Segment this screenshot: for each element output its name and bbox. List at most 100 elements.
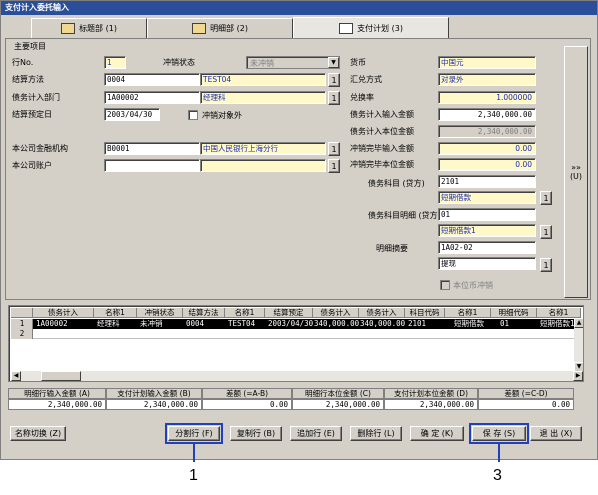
- debt-input-amt-field[interactable]: 2,340,000.00: [438, 108, 536, 121]
- table-cell: 2003/04/30: [268, 319, 313, 328]
- currency-label: 货币: [350, 58, 366, 67]
- debt-subject-code-field[interactable]: 2101: [438, 175, 536, 188]
- summary-value: 2,340,000.00: [8, 399, 106, 410]
- row-number: 1: [11, 319, 33, 329]
- tab-detail[interactable]: 明细部 (2): [147, 18, 293, 38]
- debt-detail-lookup-button[interactable]: 1: [540, 225, 552, 239]
- rate-method-field: 对录外: [438, 73, 536, 86]
- settle-method-code-field[interactable]: 0004: [104, 73, 200, 86]
- summary-header: 支付计划输入金额 (B): [106, 388, 202, 399]
- horizontal-scrollbar[interactable]: ◀ ▶: [11, 371, 583, 381]
- rate-field: 1.000000: [438, 91, 536, 104]
- base-offset-label: 本位币冲销: [453, 281, 493, 290]
- account-lookup-button[interactable]: 1: [328, 159, 340, 173]
- copy-row-button[interactable]: 复制行 (B): [230, 426, 282, 441]
- scroll-left-icon[interactable]: ◀: [11, 371, 21, 381]
- account-name-field: [200, 159, 326, 172]
- summary-table: 明细行输入金额 (A) 支付计划输入金额 (B) 差额 (=A-B) 明细行本位…: [8, 388, 574, 412]
- main-group-legend: 主要项目: [12, 41, 48, 52]
- rate-label: 兑换率: [350, 93, 374, 102]
- split-row-highlight: [165, 423, 223, 444]
- table-row[interactable]: [33, 329, 574, 339]
- grid-header: 科目代码: [405, 308, 445, 318]
- grid-header: 冲销状态: [137, 308, 183, 318]
- book-icon: [61, 23, 76, 34]
- grid-header: 名称1: [225, 308, 265, 318]
- grid-header: 结算预定: [265, 308, 313, 318]
- currency-field: 中国元: [438, 56, 536, 69]
- settle-method-label: 结算方法: [12, 75, 44, 84]
- settle-method-name-field: TEST04: [200, 73, 326, 86]
- offset-status-value: 未冲销: [250, 59, 274, 68]
- table-cell: 1A00002: [36, 319, 68, 328]
- offset-target-checkbox[interactable]: [188, 110, 198, 120]
- detail-grid[interactable]: 债务计入 名称1 冲销状态 结算方法 名称1 结算预定 债务计入 债务计入 科目…: [8, 305, 584, 382]
- callout-line: [498, 444, 500, 462]
- grid-header: 名称1: [94, 308, 137, 318]
- summary-lookup-button[interactable]: 1: [540, 258, 552, 272]
- summary-name-field[interactable]: 提现: [438, 257, 536, 270]
- expand-side-button[interactable]: »» (U): [564, 46, 588, 298]
- summary-code-field[interactable]: 1A02-02: [438, 241, 536, 254]
- table-cell: 340,000.00: [314, 319, 359, 328]
- double-chevron-right-icon: »»: [571, 163, 581, 172]
- base-offset-checkbox[interactable]: [440, 280, 450, 290]
- tab-header[interactable]: 标题部 (1): [31, 18, 147, 38]
- add-row-button[interactable]: 追加行 (E): [290, 426, 342, 441]
- debt-dept-label: 债务计入部门: [12, 93, 60, 102]
- offset-status-select[interactable]: 未冲销 ▼: [246, 56, 340, 69]
- delete-row-button[interactable]: 删除行 (L): [350, 426, 402, 441]
- summary-header: 差额 (=C-D): [478, 388, 574, 399]
- summary-value: 2,340,000.00: [106, 399, 202, 410]
- chevron-down-icon[interactable]: ▼: [328, 57, 339, 68]
- summary-value: 0.00: [202, 399, 292, 410]
- exit-button[interactable]: 退 出 (X): [530, 426, 582, 441]
- summary-header: 明细行输入金额 (A): [8, 388, 106, 399]
- grid-header: 名称1: [537, 308, 581, 318]
- name-switch-button[interactable]: 名称切换 (Z): [10, 426, 66, 441]
- debt-base-amt-label: 债务计入本位金额: [350, 127, 414, 136]
- scroll-thumb[interactable]: [41, 371, 81, 381]
- table-cell: 2101: [408, 319, 427, 328]
- fin-org-lookup-button[interactable]: 1: [328, 142, 340, 156]
- offset-input-amt-label: 冲销完毕输入金额: [350, 144, 414, 153]
- debt-detail-code-field[interactable]: 01: [438, 208, 536, 221]
- grid-header: 债务计入: [359, 308, 405, 318]
- row-number: 2: [11, 329, 33, 339]
- fin-org-code-field[interactable]: B0001: [104, 142, 200, 155]
- summary-header: 支付计划本位金额 (D): [384, 388, 478, 399]
- debt-subject-lookup-button[interactable]: 1: [540, 191, 552, 205]
- settle-date-field[interactable]: 2003/04/30: [104, 108, 160, 121]
- grid-header: 名称1: [445, 308, 491, 318]
- debt-dept-code-field[interactable]: 1A00002: [104, 91, 200, 104]
- summary-value: 2,340,000.00: [384, 399, 478, 410]
- settle-date-label: 结算预定日: [12, 110, 52, 119]
- callout-3: 3: [493, 467, 502, 484]
- debt-dept-name-field: 经理科: [200, 91, 326, 104]
- tab-payment-plan-label: 支付计划 (3): [357, 23, 403, 33]
- offset-base-amt-field: 0.00: [438, 158, 536, 171]
- debt-input-amt-label: 债务计入输入金额: [350, 110, 414, 119]
- scroll-up-icon[interactable]: ▲: [574, 318, 583, 328]
- scroll-right-icon[interactable]: ▶: [573, 371, 583, 381]
- tab-detail-label: 明细部 (2): [210, 23, 248, 33]
- fin-org-label: 本公司金融机构: [12, 144, 68, 153]
- debt-subject-label: 债务科目 (贷方): [368, 179, 425, 188]
- grid-header: 债务计入: [33, 308, 94, 318]
- table-cell: TEST04: [228, 319, 256, 328]
- fin-org-name-field: 中国人民银行上海分行: [200, 142, 326, 155]
- vertical-scrollbar[interactable]: ▲ ▼: [574, 318, 583, 372]
- save-highlight: [469, 423, 529, 444]
- debt-subject-name-field: 短期借款: [438, 191, 536, 204]
- tab-header-label: 标题部 (1): [79, 23, 117, 33]
- settle-method-lookup-button[interactable]: 1: [328, 73, 340, 87]
- debt-dept-lookup-button[interactable]: 1: [328, 91, 340, 105]
- row-no-label: 行No.: [12, 58, 34, 67]
- tab-payment-plan[interactable]: 支付计划 (3): [293, 17, 449, 39]
- debt-base-amt-field: 2,340,000.00: [438, 125, 536, 138]
- table-cell: 340,000.00: [360, 319, 405, 328]
- grid-header: 债务计入: [313, 308, 359, 318]
- grid-header: 明细代码: [491, 308, 537, 318]
- account-code-field[interactable]: [104, 159, 200, 172]
- confirm-button[interactable]: 确 定 (K): [410, 426, 464, 441]
